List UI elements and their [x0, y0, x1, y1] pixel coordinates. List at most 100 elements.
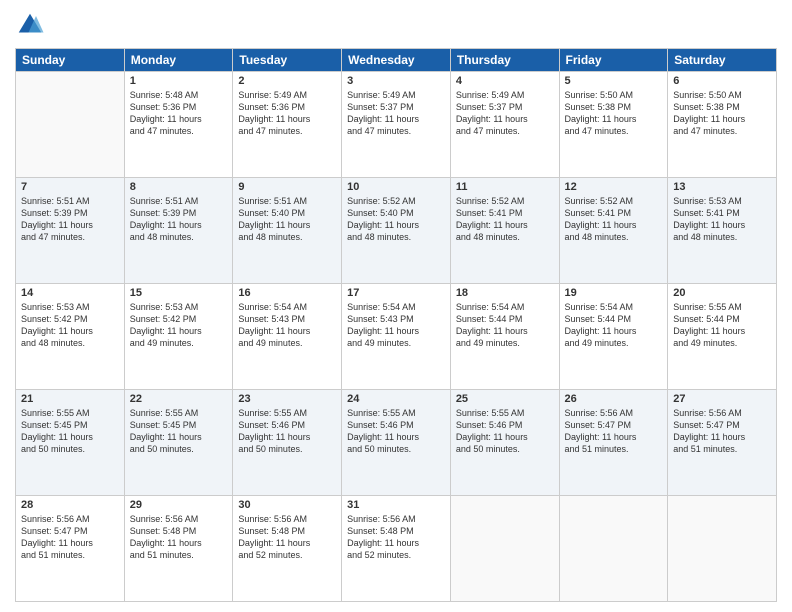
day-info: Sunrise: 5:54 AM Sunset: 5:44 PM Dayligh…	[565, 301, 663, 350]
calendar-cell: 9 Sunrise: 5:51 AM Sunset: 5:40 PM Daylig…	[233, 178, 342, 284]
calendar-cell: 11 Sunrise: 5:52 AM Sunset: 5:41 PM Dayli…	[450, 178, 559, 284]
calendar-cell: 24Sunrise: 5:55 AM Sunset: 5:46 PM Dayli…	[342, 390, 451, 496]
day-info: Sunrise: 5:50 AM Sunset: 5:38 PM Dayligh…	[565, 89, 663, 138]
day-number: 12	[565, 181, 663, 193]
calendar-cell: 18 Sunrise: 5:54 AM Sunset: 5:44 PM Dayli…	[450, 284, 559, 390]
calendar-cell: 30 Sunrise: 5:56 AM Sunset: 5:48 PM Dayli…	[233, 496, 342, 602]
logo	[15, 10, 49, 40]
calendar-cell: 31Sunrise: 5:56 AM Sunset: 5:48 PM Dayli…	[342, 496, 451, 602]
week-row-3: 14 Sunrise: 5:53 AM Sunset: 5:42 PM Dayli…	[16, 284, 777, 390]
day-info: Sunrise: 5:55 AM Sunset: 5:44 PM Dayligh…	[673, 301, 771, 350]
day-info: Sunrise: 5:56 AM Sunset: 5:48 PM Dayligh…	[238, 513, 336, 562]
calendar-cell: 13 Sunrise: 5:53 AM Sunset: 5:41 PM Dayli…	[668, 178, 777, 284]
day-info: Sunrise: 5:51 AM Sunset: 5:40 PM Dayligh…	[238, 195, 336, 244]
day-info: Sunrise: 5:56 AM Sunset: 5:47 PM Dayligh…	[673, 407, 771, 456]
weekday-tuesday: Tuesday	[233, 49, 342, 72]
day-number: 28	[21, 499, 119, 511]
day-info: Sunrise: 5:51 AM Sunset: 5:39 PM Dayligh…	[130, 195, 228, 244]
day-number: 29	[130, 499, 228, 511]
day-info: Sunrise: 5:53 AM Sunset: 5:41 PM Dayligh…	[673, 195, 771, 244]
day-number: 14	[21, 287, 119, 299]
day-info: Sunrise: 5:56 AM Sunset: 5:47 PM Dayligh…	[21, 513, 119, 562]
weekday-thursday: Thursday	[450, 49, 559, 72]
week-row-1: 1 Sunrise: 5:48 AM Sunset: 5:36 PM Daylig…	[16, 72, 777, 178]
day-info: Sunrise: 5:54 AM Sunset: 5:43 PM Dayligh…	[347, 301, 445, 350]
day-number: 3	[347, 75, 445, 87]
day-info: Sunrise: 5:53 AM Sunset: 5:42 PM Dayligh…	[130, 301, 228, 350]
calendar-cell: 16 Sunrise: 5:54 AM Sunset: 5:43 PM Dayli…	[233, 284, 342, 390]
week-row-2: 7 Sunrise: 5:51 AM Sunset: 5:39 PM Daylig…	[16, 178, 777, 284]
logo-icon	[15, 10, 45, 40]
calendar-cell: 2 Sunrise: 5:49 AM Sunset: 5:36 PM Daylig…	[233, 72, 342, 178]
day-number: 22	[130, 393, 228, 405]
day-info: Sunrise: 5:53 AM Sunset: 5:42 PM Dayligh…	[21, 301, 119, 350]
weekday-header-row: SundayMondayTuesdayWednesdayThursdayFrid…	[16, 49, 777, 72]
day-number: 16	[238, 287, 336, 299]
day-info: Sunrise: 5:49 AM Sunset: 5:36 PM Dayligh…	[238, 89, 336, 138]
day-info: Sunrise: 5:52 AM Sunset: 5:41 PM Dayligh…	[456, 195, 554, 244]
calendar-cell: 25Sunrise: 5:55 AM Sunset: 5:46 PM Dayli…	[450, 390, 559, 496]
day-number: 27	[673, 393, 771, 405]
calendar-cell: 5 Sunrise: 5:50 AM Sunset: 5:38 PM Daylig…	[559, 72, 668, 178]
weekday-wednesday: Wednesday	[342, 49, 451, 72]
weekday-friday: Friday	[559, 49, 668, 72]
calendar-cell: 20Sunrise: 5:55 AM Sunset: 5:44 PM Dayli…	[668, 284, 777, 390]
day-number: 5	[565, 75, 663, 87]
calendar-cell: 15Sunrise: 5:53 AM Sunset: 5:42 PM Dayli…	[124, 284, 233, 390]
calendar-cell: 10 Sunrise: 5:52 AM Sunset: 5:40 PM Dayli…	[342, 178, 451, 284]
calendar-cell: 1 Sunrise: 5:48 AM Sunset: 5:36 PM Daylig…	[124, 72, 233, 178]
day-number: 18	[456, 287, 554, 299]
week-row-5: 28 Sunrise: 5:56 AM Sunset: 5:47 PM Dayli…	[16, 496, 777, 602]
day-info: Sunrise: 5:48 AM Sunset: 5:36 PM Dayligh…	[130, 89, 228, 138]
day-number: 26	[565, 393, 663, 405]
calendar-cell: 26 Sunrise: 5:56 AM Sunset: 5:47 PM Dayli…	[559, 390, 668, 496]
calendar-table: SundayMondayTuesdayWednesdayThursdayFrid…	[15, 48, 777, 602]
day-number: 4	[456, 75, 554, 87]
day-info: Sunrise: 5:55 AM Sunset: 5:46 PM Dayligh…	[238, 407, 336, 456]
day-info: Sunrise: 5:54 AM Sunset: 5:44 PM Dayligh…	[456, 301, 554, 350]
day-number: 21	[21, 393, 119, 405]
header	[15, 10, 777, 40]
weekday-monday: Monday	[124, 49, 233, 72]
day-info: Sunrise: 5:49 AM Sunset: 5:37 PM Dayligh…	[456, 89, 554, 138]
day-info: Sunrise: 5:52 AM Sunset: 5:40 PM Dayligh…	[347, 195, 445, 244]
day-number: 8	[130, 181, 228, 193]
day-info: Sunrise: 5:55 AM Sunset: 5:45 PM Dayligh…	[130, 407, 228, 456]
calendar-cell: 23 Sunrise: 5:55 AM Sunset: 5:46 PM Dayli…	[233, 390, 342, 496]
calendar-cell: 12 Sunrise: 5:52 AM Sunset: 5:41 PM Dayli…	[559, 178, 668, 284]
day-info: Sunrise: 5:55 AM Sunset: 5:45 PM Dayligh…	[21, 407, 119, 456]
calendar-cell	[450, 496, 559, 602]
day-info: Sunrise: 5:54 AM Sunset: 5:43 PM Dayligh…	[238, 301, 336, 350]
calendar-cell: 4 Sunrise: 5:49 AM Sunset: 5:37 PM Daylig…	[450, 72, 559, 178]
day-number: 1	[130, 75, 228, 87]
day-number: 10	[347, 181, 445, 193]
calendar-cell: 22 Sunrise: 5:55 AM Sunset: 5:45 PM Dayli…	[124, 390, 233, 496]
day-number: 11	[456, 181, 554, 193]
calendar-cell: 28 Sunrise: 5:56 AM Sunset: 5:47 PM Dayli…	[16, 496, 125, 602]
day-number: 30	[238, 499, 336, 511]
day-info: Sunrise: 5:51 AM Sunset: 5:39 PM Dayligh…	[21, 195, 119, 244]
day-info: Sunrise: 5:56 AM Sunset: 5:48 PM Dayligh…	[130, 513, 228, 562]
weekday-saturday: Saturday	[668, 49, 777, 72]
calendar-cell: 3 Sunrise: 5:49 AM Sunset: 5:37 PM Daylig…	[342, 72, 451, 178]
weekday-sunday: Sunday	[16, 49, 125, 72]
day-number: 13	[673, 181, 771, 193]
day-number: 23	[238, 393, 336, 405]
day-number: 24	[347, 393, 445, 405]
day-info: Sunrise: 5:49 AM Sunset: 5:37 PM Dayligh…	[347, 89, 445, 138]
week-row-4: 21 Sunrise: 5:55 AM Sunset: 5:45 PM Dayli…	[16, 390, 777, 496]
day-number: 19	[565, 287, 663, 299]
calendar-cell	[16, 72, 125, 178]
day-number: 6	[673, 75, 771, 87]
page: SundayMondayTuesdayWednesdayThursdayFrid…	[0, 0, 792, 612]
day-info: Sunrise: 5:52 AM Sunset: 5:41 PM Dayligh…	[565, 195, 663, 244]
calendar-cell: 7 Sunrise: 5:51 AM Sunset: 5:39 PM Daylig…	[16, 178, 125, 284]
day-info: Sunrise: 5:56 AM Sunset: 5:47 PM Dayligh…	[565, 407, 663, 456]
calendar-cell: 29 Sunrise: 5:56 AM Sunset: 5:48 PM Dayli…	[124, 496, 233, 602]
calendar-cell	[559, 496, 668, 602]
day-number: 9	[238, 181, 336, 193]
day-number: 7	[21, 181, 119, 193]
day-number: 2	[238, 75, 336, 87]
day-number: 31	[347, 499, 445, 511]
day-info: Sunrise: 5:50 AM Sunset: 5:38 PM Dayligh…	[673, 89, 771, 138]
